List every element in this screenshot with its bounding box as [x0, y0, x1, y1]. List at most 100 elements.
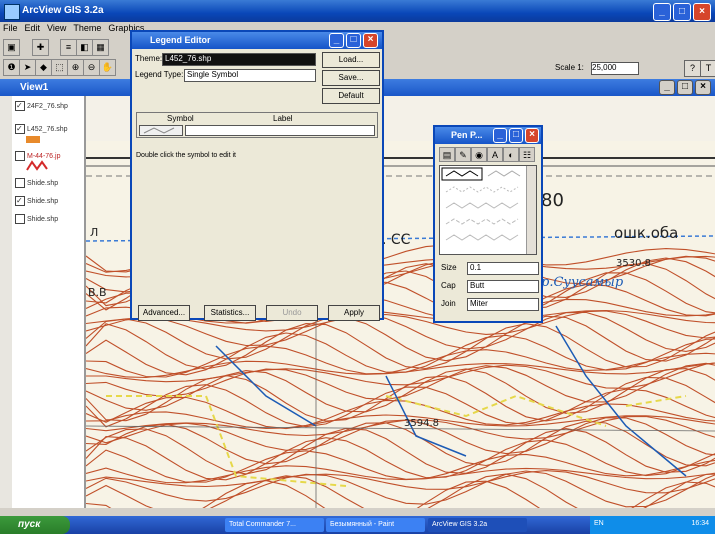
start-label: пуск	[18, 519, 41, 530]
legend-type-label: Legend Type:	[135, 70, 184, 79]
pan-icon[interactable]: ✋	[99, 59, 116, 76]
cap-dropdown[interactable]: Butt	[467, 280, 539, 293]
fill-symbol-icon	[26, 136, 40, 143]
size-dropdown[interactable]: 0.1	[467, 262, 539, 275]
toc-item[interactable]: Shide.shp	[15, 178, 58, 188]
advanced-button[interactable]: Advanced...	[138, 305, 190, 321]
menu-edit[interactable]: Edit	[25, 22, 41, 36]
toc-item-label: Shide.shp	[27, 179, 59, 187]
fill-palette-icon[interactable]: ▤	[439, 147, 455, 162]
palette-manager-icon[interactable]: ☷	[519, 147, 535, 162]
identify-icon[interactable]: ❶	[3, 59, 20, 76]
menu-file[interactable]: File	[3, 22, 18, 36]
pen-maximize-button[interactable]: □	[509, 128, 523, 143]
app-title-bar: ArcView GIS 3.2a _ □ ×	[0, 0, 715, 22]
line-symbol-icon	[143, 127, 175, 134]
edit-legend-icon[interactable]: ◧	[76, 39, 93, 56]
save-project-icon[interactable]: ▣	[3, 39, 20, 56]
menu-view[interactable]: View	[47, 22, 66, 36]
language-indicator[interactable]: EN	[594, 520, 604, 527]
taskbar-item[interactable]: Total Commander 7...	[225, 518, 324, 532]
text-tool-icon[interactable]: T	[700, 60, 715, 77]
toc-item[interactable]: ✓ Shide.shp	[15, 196, 58, 206]
pen-palette-title: Pen P...	[451, 130, 483, 140]
app-title: ArcView GIS 3.2a	[22, 5, 104, 16]
toc-item[interactable]: ✓ 24F2_76.shp	[15, 101, 68, 111]
zoom-in-icon[interactable]: ⊕	[67, 59, 84, 76]
load-button[interactable]: Load...	[322, 52, 380, 68]
map-label-elevation: 80	[541, 190, 564, 211]
save-button[interactable]: Save...	[322, 70, 380, 86]
table-of-contents[interactable]: ✓ 24F2_76.shp ✓ L452_76.shp M-44-76.jp Shi…	[12, 96, 86, 508]
checkbox-checked-icon[interactable]: ✓	[15, 124, 25, 134]
pen-palette-title-bar: Pen P... _ □ ×	[435, 127, 541, 144]
pen-close-button[interactable]: ×	[525, 128, 539, 143]
theme-label: Theme:	[135, 54, 163, 63]
legend-editor-title-bar: Legend Editor _ □ ×	[132, 32, 382, 49]
checkbox-icon[interactable]	[15, 214, 25, 224]
taskbar-item-active[interactable]: ArcView GIS 3.2a	[428, 518, 527, 532]
maximize-button[interactable]: □	[673, 3, 691, 21]
statistics-button[interactable]: Statistics...	[204, 305, 256, 321]
marker-palette-icon[interactable]: ◉	[471, 147, 487, 162]
legend-editor-title: Legend Editor	[150, 35, 211, 45]
minimize-button[interactable]: _	[653, 3, 671, 21]
taskbar-item[interactable]: Безымянный - Paint	[326, 518, 425, 532]
legend-close-button[interactable]: ×	[363, 33, 378, 48]
pen-palette-icon[interactable]: ✎	[455, 147, 471, 162]
symbol-column-header: Symbol	[167, 114, 194, 123]
map-label-place: ошк.оба	[614, 224, 678, 242]
pen-styles	[441, 167, 521, 241]
theme-dropdown[interactable]: L452_76.shp	[162, 53, 316, 66]
close-button[interactable]: ×	[693, 3, 711, 21]
toc-item-label: M-44-76.jp	[27, 152, 61, 160]
start-button[interactable]: пуск	[0, 516, 70, 534]
join-dropdown[interactable]: Miter	[467, 298, 539, 311]
checkbox-checked-icon[interactable]: ✓	[15, 196, 25, 206]
menu-bar: File Edit View Theme Graphics	[0, 22, 144, 36]
pen-minimize-button[interactable]: _	[493, 128, 507, 143]
checkbox-icon[interactable]	[15, 151, 25, 161]
checkbox-checked-icon[interactable]: ✓	[15, 101, 25, 111]
scale-box: Scale 1: 25,000	[555, 62, 675, 75]
legend-maximize-button[interactable]: □	[346, 33, 361, 48]
scale-input[interactable]: 25,000	[591, 62, 639, 75]
menu-theme[interactable]: Theme	[73, 22, 101, 36]
map-label-height: 3530.8	[616, 258, 651, 269]
view-minimize-button[interactable]: _	[659, 80, 675, 95]
pen-list-scrollbar[interactable]	[526, 166, 536, 254]
map-label-partial: Л	[90, 226, 98, 239]
arcview-app-icon	[4, 4, 20, 20]
hint-text: Double click the symbol to edit it	[136, 152, 236, 159]
legend-type-dropdown[interactable]: Single Symbol	[184, 69, 316, 82]
vertex-edit-icon[interactable]: ◆	[35, 59, 52, 76]
clock: 16:34	[691, 520, 709, 527]
view-maximize-button[interactable]: □	[677, 80, 693, 95]
table-icon[interactable]: ▦	[92, 39, 109, 56]
toc-gutter	[0, 96, 12, 508]
undo-button[interactable]: Undo	[266, 305, 318, 321]
map-label-partial: B.B	[88, 286, 107, 299]
view-close-button[interactable]: ×	[695, 80, 711, 95]
checkbox-icon[interactable]	[15, 178, 25, 188]
select-feature-icon[interactable]: ⬚	[51, 59, 68, 76]
pen-style-list[interactable]	[439, 165, 537, 255]
view-title: View1	[20, 82, 49, 93]
symbol-swatch[interactable]	[139, 125, 183, 136]
label-cell[interactable]	[185, 125, 375, 136]
apply-button[interactable]: Apply	[328, 305, 380, 321]
toc-item-label: L452_76.shp	[27, 125, 68, 133]
default-button[interactable]: Default	[322, 88, 380, 104]
legend-minimize-button[interactable]: _	[329, 33, 344, 48]
toc-item[interactable]: ✓ L452_76.shp	[15, 124, 67, 134]
theme-properties-icon[interactable]: ≡	[60, 39, 77, 56]
font-palette-icon[interactable]: A	[487, 147, 503, 162]
toc-item[interactable]: Shide.shp	[15, 214, 58, 224]
color-palette-icon[interactable]: ◐	[503, 147, 519, 162]
zoom-out-icon[interactable]: ⊖	[83, 59, 100, 76]
line-symbol-icon	[26, 160, 48, 171]
add-theme-icon[interactable]: ✚	[32, 39, 49, 56]
help-icon[interactable]: ?	[684, 60, 701, 77]
pointer-icon[interactable]: ➤	[19, 59, 36, 76]
join-label: Join	[441, 299, 456, 308]
